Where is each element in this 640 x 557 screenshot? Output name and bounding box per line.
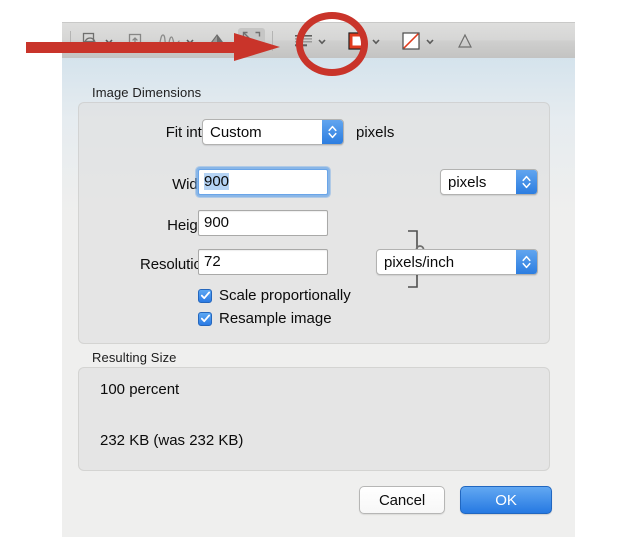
stepper-arrows-icon[interactable] xyxy=(516,250,537,274)
toolbar-item-adjust-size-tool[interactable] xyxy=(238,27,265,54)
chevron-down-icon[interactable] xyxy=(425,36,435,46)
toolbar-divider xyxy=(70,30,71,51)
fit-into-label: Fit into: xyxy=(165,124,214,141)
height-input[interactable]: 900 xyxy=(198,210,328,236)
toolbar-item-shapes-tool[interactable] xyxy=(78,28,117,54)
text-lines-icon xyxy=(294,33,314,49)
shapes-icon xyxy=(81,32,101,50)
chevron-down-icon[interactable] xyxy=(371,36,381,46)
resample-image-label: Resample image xyxy=(219,310,332,327)
size-unit-select[interactable]: pixels xyxy=(440,169,538,195)
scale-proportionally-checkbox-row[interactable]: Scale proportionally xyxy=(198,287,351,304)
chevron-down-icon[interactable] xyxy=(185,36,195,46)
scale-proportionally-label: Scale proportionally xyxy=(219,287,351,304)
checkbox-checked-icon[interactable] xyxy=(198,288,212,303)
width-input-value: 900 xyxy=(204,173,230,190)
resample-image-checkbox-row[interactable]: Resample image xyxy=(198,310,332,327)
resulting-bytes-text: 232 KB (was 232 KB) xyxy=(100,432,244,449)
fit-into-value: Custom xyxy=(210,123,262,141)
fit-into-select[interactable]: Custom xyxy=(202,119,344,145)
size-unit-value: pixels xyxy=(448,173,487,191)
chevron-down-icon[interactable] xyxy=(104,36,114,46)
toolbar-item-adjust-color-tool[interactable] xyxy=(204,28,232,54)
height-input-value: 900 xyxy=(204,214,230,231)
no-fill-square-icon xyxy=(400,30,422,52)
toolbar-item-crop-tool[interactable] xyxy=(123,28,147,54)
resolution-unit-value: pixels/inch xyxy=(384,253,455,271)
image-resize-dialog: Image Dimensions Fit into: Custom pixels… xyxy=(62,58,575,537)
checkbox-checked-icon[interactable] xyxy=(198,311,212,326)
stepper-arrows-icon[interactable] xyxy=(516,170,537,194)
border-square-icon xyxy=(346,30,368,52)
resolution-input[interactable]: 72 xyxy=(198,249,328,275)
toolbar-item-text-tool[interactable] xyxy=(453,28,477,54)
adjust-color-icon xyxy=(207,32,229,50)
signature-icon xyxy=(156,32,182,50)
resolution-unit-select[interactable]: pixels/inch xyxy=(376,249,538,275)
expand-arrows-icon xyxy=(241,30,262,51)
fit-into-unit-text: pixels xyxy=(356,124,395,141)
width-input[interactable]: 900 xyxy=(196,167,330,197)
resolution-input-value: 72 xyxy=(204,253,221,270)
toolbar xyxy=(62,22,575,58)
toolbar-item-border-color-tool[interactable] xyxy=(343,28,384,54)
cancel-button[interactable]: Cancel xyxy=(359,486,445,514)
toolbar-item-sign-tool[interactable] xyxy=(153,28,198,54)
letter-a-icon xyxy=(456,32,474,50)
ok-button[interactable]: OK xyxy=(460,486,552,514)
crop-icon xyxy=(126,32,144,50)
image-dimensions-group-label: Image Dimensions xyxy=(92,85,202,100)
resolution-label: Resolution: xyxy=(140,256,214,273)
resulting-size-group-label: Resulting Size xyxy=(92,350,177,365)
toolbar-item-fill-color-tool[interactable] xyxy=(397,28,438,54)
chevron-down-icon[interactable] xyxy=(317,36,327,46)
toolbar-item-text-style-tool[interactable] xyxy=(291,28,330,54)
toolbar-divider xyxy=(272,30,273,51)
stepper-arrows-icon[interactable] xyxy=(322,120,343,144)
resulting-percent-text: 100 percent xyxy=(100,381,180,398)
